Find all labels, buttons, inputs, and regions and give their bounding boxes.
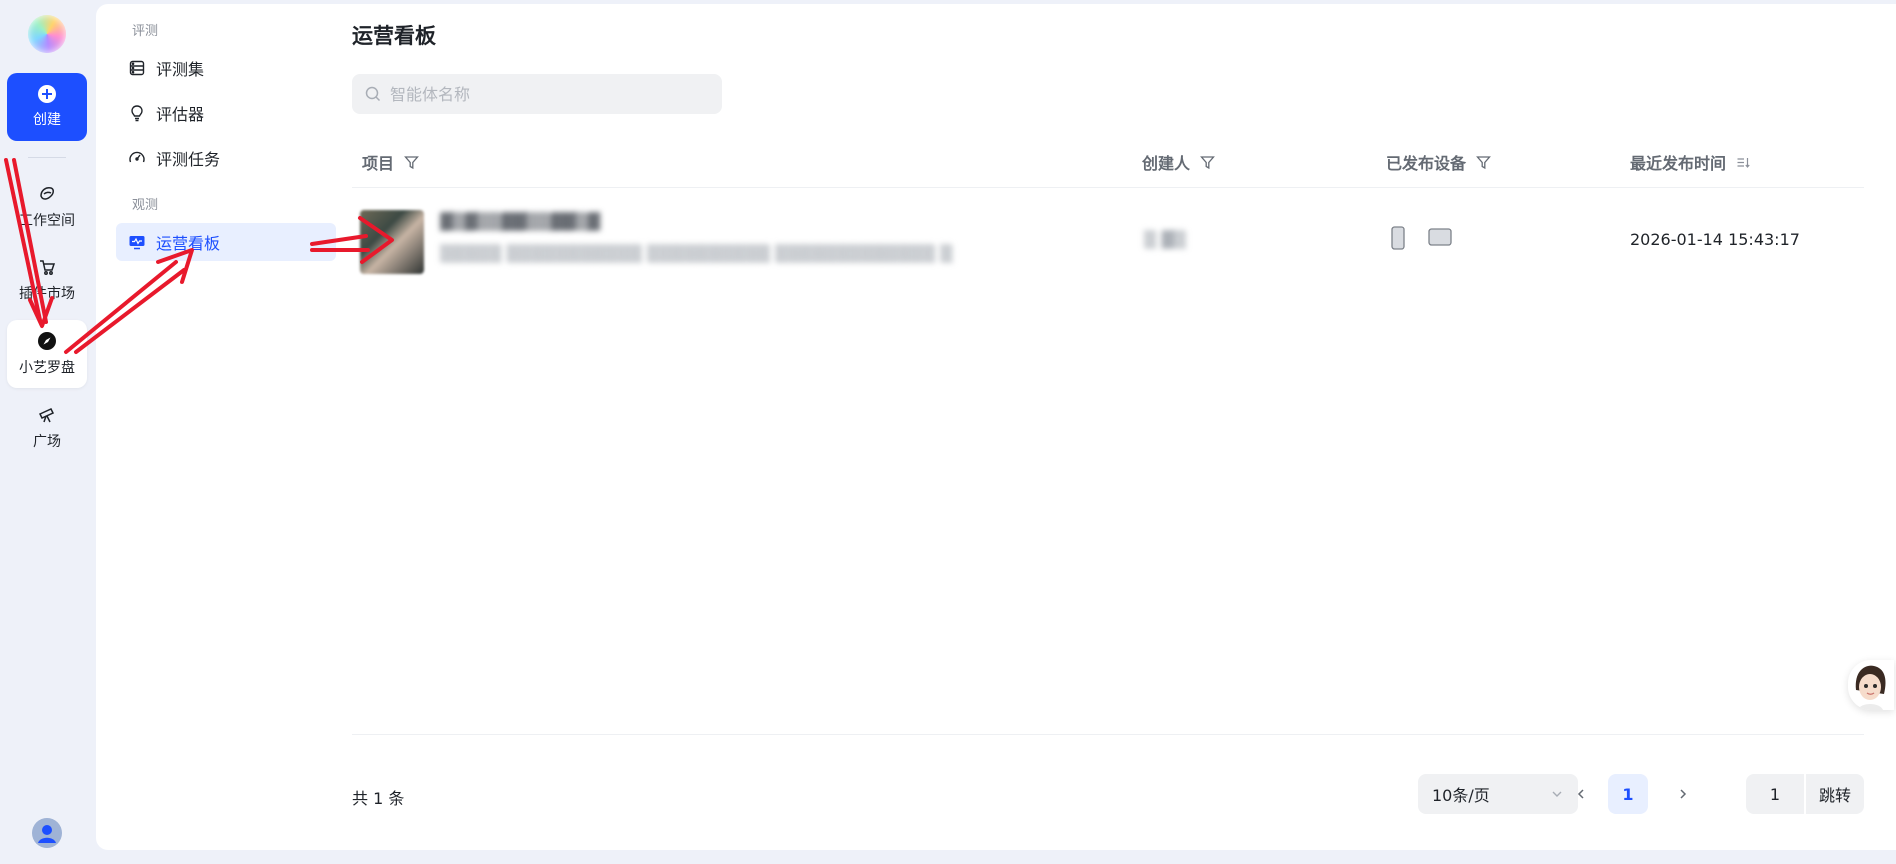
chevron-right-icon xyxy=(1680,789,1687,799)
rail-item-compass[interactable]: 小艺罗盘 xyxy=(7,320,87,388)
rail-item-label: 工作空间 xyxy=(19,213,75,229)
telescope-icon xyxy=(38,408,55,423)
left-rail: 创建 工作空间 插件市场 小艺罗盘 广场 xyxy=(0,0,96,864)
page-size-value: 10条/页 xyxy=(1432,786,1490,805)
publish-time: 2026-01-14 15:43:17 xyxy=(1630,230,1800,249)
page-number-current[interactable]: 1 xyxy=(1608,774,1648,814)
nav-item-eval-set[interactable]: 评测集 xyxy=(116,49,336,87)
phone-icon xyxy=(1391,226,1405,250)
column-label: 最近发布时间 xyxy=(1630,154,1727,173)
table-row[interactable]: ▓▒▓▒▒▓▓▒▒▓▓▒▓ ▒▒▒▒▒ ▒▒▒▒▒▒▒▒▒▒▒ ▒▒▒▒▒▒▒▒… xyxy=(352,188,1864,292)
chevron-left-icon xyxy=(1577,789,1584,799)
creator-redacted: ▒ ▓▒ xyxy=(1144,230,1186,249)
column-label: 项目 xyxy=(362,154,395,173)
search-box[interactable] xyxy=(352,74,722,114)
nav-item-label: 评测集 xyxy=(156,60,205,79)
rail-item-label: 广场 xyxy=(33,434,61,450)
table-divider xyxy=(352,734,1864,735)
user-icon xyxy=(32,818,62,848)
workspace-icon xyxy=(40,187,54,200)
prev-page-button[interactable] xyxy=(1566,774,1596,814)
user-avatar[interactable] xyxy=(32,818,62,848)
secondary-nav: 评测 评测集 评估器 评测任务 观测 运营看板 xyxy=(96,4,336,850)
nav-item-eval-task[interactable]: 评测任务 xyxy=(116,139,336,177)
column-header-creator: 创建人 xyxy=(1142,150,1215,174)
nav-item-ops-dashboard[interactable]: 运营看板 xyxy=(116,223,336,261)
plus-icon xyxy=(38,85,56,103)
create-button[interactable]: 创建 xyxy=(7,73,87,141)
table-header: 项目 创建人 已发布设备 最近发布时间 xyxy=(352,138,1864,188)
next-page-button[interactable] xyxy=(1668,774,1698,814)
agent-description-redacted: ▒▒▒▒▒ ▒▒▒▒▒▒▒▒▒▒▒ ▒▒▒▒▒▒▒▒▒▒ ▒▒▒▒▒▒▒▒▒▒▒… xyxy=(440,244,953,263)
search-input[interactable] xyxy=(390,84,690,104)
rail-divider xyxy=(28,157,66,158)
assistant-face-icon xyxy=(1855,665,1886,710)
nav-item-label: 运营看板 xyxy=(156,234,221,253)
compass-icon xyxy=(38,332,56,350)
sort-icon[interactable] xyxy=(1736,155,1751,170)
column-header-project: 项目 xyxy=(362,150,419,174)
agent-thumbnail xyxy=(360,210,424,274)
filter-icon[interactable] xyxy=(404,155,419,170)
filter-icon[interactable] xyxy=(1200,155,1215,170)
nav-item-evaluator[interactable]: 评估器 xyxy=(116,94,336,132)
rail-item-plugin-market[interactable]: 插件市场 xyxy=(7,246,87,314)
chevron-down-icon xyxy=(1552,791,1562,797)
rail-item-label: 小艺罗盘 xyxy=(19,360,75,376)
assistant-avatar[interactable] xyxy=(1848,660,1894,710)
jump-button[interactable]: 跳转 xyxy=(1806,774,1864,814)
create-label: 创建 xyxy=(33,112,61,128)
rail-item-label: 插件市场 xyxy=(19,286,75,302)
rail-item-workspace[interactable]: 工作空间 xyxy=(7,173,87,241)
page-title: 运营看板 xyxy=(352,24,436,48)
column-label: 创建人 xyxy=(1142,154,1191,173)
rail-item-square[interactable]: 广场 xyxy=(7,394,87,462)
tablet-icon xyxy=(1428,228,1452,246)
agent-name-redacted: ▓▒▓▒▒▓▓▒▒▓▓▒▓ xyxy=(440,212,600,231)
nav-item-label: 评测任务 xyxy=(156,150,221,169)
total-count: 共 1 条 xyxy=(352,789,405,808)
cart-icon xyxy=(40,260,56,275)
search-icon xyxy=(365,86,381,102)
database-icon xyxy=(129,60,145,76)
column-header-publish-time: 最近发布时间 xyxy=(1630,150,1751,174)
nav-group-evaluation: 评测 xyxy=(132,24,159,39)
filter-icon[interactable] xyxy=(1476,155,1491,170)
app-logo[interactable] xyxy=(28,15,66,53)
page-size-select[interactable]: 10条/页 xyxy=(1418,774,1578,814)
jump-page-input[interactable] xyxy=(1746,774,1804,814)
gauge-icon xyxy=(129,151,145,163)
content-area: 运营看板 项目 创建人 已发布设备 最近发布时间 xyxy=(352,4,1896,850)
main-card: 评测 评测集 评估器 评测任务 观测 运营看板 运营看板 智能体名称 项目 创建… xyxy=(96,4,1896,850)
nav-item-label: 评估器 xyxy=(156,105,205,124)
column-label: 已发布设备 xyxy=(1386,154,1467,173)
bulb-icon xyxy=(131,105,143,122)
monitor-icon xyxy=(129,236,145,250)
nav-group-observation: 观测 xyxy=(132,198,159,213)
column-header-devices: 已发布设备 xyxy=(1386,150,1491,174)
